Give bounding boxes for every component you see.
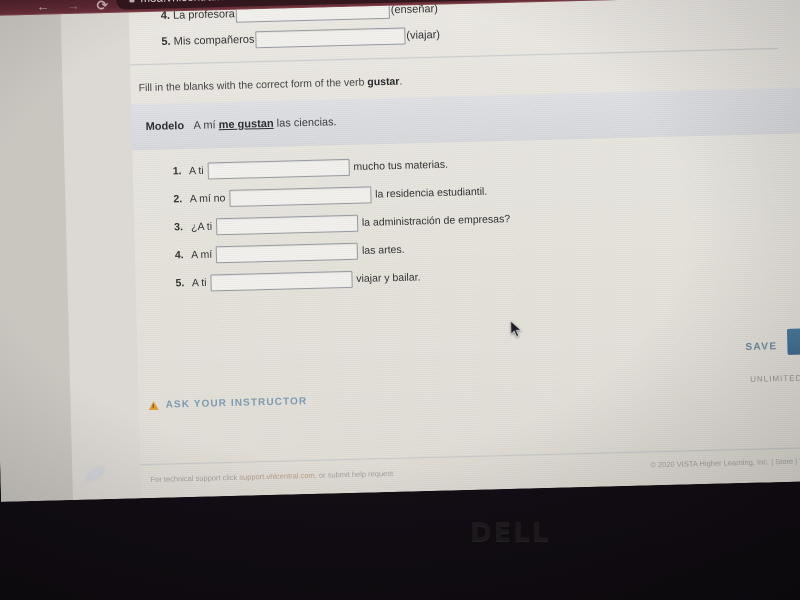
question-3-prefix: ¿A ti — [190, 220, 213, 234]
save-button[interactable]: SAVE — [737, 336, 786, 358]
question-4-input[interactable] — [215, 242, 359, 264]
question-2-suffix: la residencia estudiantil. — [375, 185, 488, 201]
section-divider — [130, 48, 778, 66]
back-icon[interactable]: ← — [36, 0, 49, 14]
previous-item-5-suffix: (viajar) — [406, 28, 441, 42]
attempts-label: UNLIMITED — [750, 373, 800, 384]
modelo-band: Modelo A mí me gustan las ciencias. — [131, 87, 800, 151]
lock-icon — [129, 0, 135, 3]
support-suffix: , or submit help request — [314, 468, 394, 480]
direction-text: Fill in the blanks with the correct form… — [138, 76, 368, 95]
question-3-suffix: la administración de empresas? — [361, 213, 511, 229]
support-prefix: For technical support click — [150, 472, 240, 485]
question-1-number: 1. — [172, 165, 182, 178]
previous-item-5-number: 5. — [161, 35, 171, 49]
support-link[interactable]: support.vhlcentral.com — [239, 471, 315, 482]
question-row-5: 5. A ti viajar y bailar. — [175, 269, 421, 292]
laptop-screen: Activity 2 Editor × Comp ← → ⟳ m3a.vhlce… — [0, 0, 800, 502]
activity-content: 4. La profesora (enseñar) 5. Mis compañer… — [128, 0, 800, 499]
question-1-input[interactable] — [207, 158, 350, 180]
page-viewport: 4. La profesora (enseñar) 5. Mis compañer… — [0, 0, 800, 502]
modelo-after: las ciencias. — [273, 116, 337, 130]
previous-item-5: 5. Mis compañeros (viajar) — [161, 27, 440, 51]
modelo-before: A mí — [193, 119, 219, 132]
direction-period: . — [399, 75, 403, 88]
copyright-text: © 2020 VISTA Higher Learning, Inc. | Sto… — [650, 456, 800, 470]
modelo-answer: me gustan — [218, 117, 274, 132]
previous-item-4-number: 4. — [160, 9, 171, 23]
question-2-prefix: A mí no — [189, 192, 226, 206]
modelo-example: A mí me gustan las ciencias. — [193, 116, 336, 132]
question-row-1: 1. A ti mucho tus materias. — [173, 156, 449, 180]
question-5-suffix: viajar y bailar. — [356, 271, 421, 286]
question-5-prefix: A ti — [191, 276, 207, 290]
question-5-number: 5. — [175, 277, 185, 290]
submit-button[interactable] — [786, 327, 800, 355]
previous-item-5-prefix: Mis compañeros — [173, 33, 255, 48]
question-4-suffix: las artes. — [361, 243, 405, 257]
question-4-number: 4. — [174, 249, 184, 262]
question-row-3: 3. ¿A ti la administración de empresas? — [174, 211, 510, 236]
question-row-4: 4. A mí las artes. — [175, 242, 405, 265]
modelo-label: Modelo — [145, 120, 185, 134]
page-left-gutter-inner — [60, 12, 142, 501]
question-1-suffix: mucho tus materias. — [353, 158, 449, 174]
question-2-number: 2. — [173, 193, 183, 206]
question-4-prefix: A mí — [191, 248, 213, 262]
question-2-input[interactable] — [229, 186, 372, 207]
ask-instructor-button[interactable]: ASK YOUR INSTRUCTOR — [148, 396, 308, 411]
previous-item-5-input[interactable] — [255, 27, 406, 49]
question-row-2: 2. A mí no la residencia estudiantil. — [173, 183, 487, 208]
activity-direction: Fill in the blanks with the correct form… — [138, 76, 402, 95]
previous-item-4-prefix: La profesora — [172, 8, 235, 22]
dell-brand-logo: DELL — [470, 518, 551, 548]
question-5-input[interactable] — [210, 270, 353, 292]
direction-verb: gustar — [367, 75, 400, 89]
ask-instructor-label: ASK YOUR INSTRUCTOR — [165, 396, 308, 411]
support-text: For technical support click support.vhlc… — [150, 469, 393, 484]
question-3-number: 3. — [174, 221, 184, 234]
question-3-input[interactable] — [215, 214, 359, 236]
previous-item-4-suffix: (enseñar) — [390, 3, 438, 17]
question-1-prefix: A ti — [188, 164, 204, 178]
laptop-photo: DELL Activity 2 Editor × Comp ← → ⟳ m3a.… — [0, 0, 800, 600]
warning-triangle-icon — [148, 400, 159, 411]
forward-icon[interactable]: → — [66, 0, 79, 13]
